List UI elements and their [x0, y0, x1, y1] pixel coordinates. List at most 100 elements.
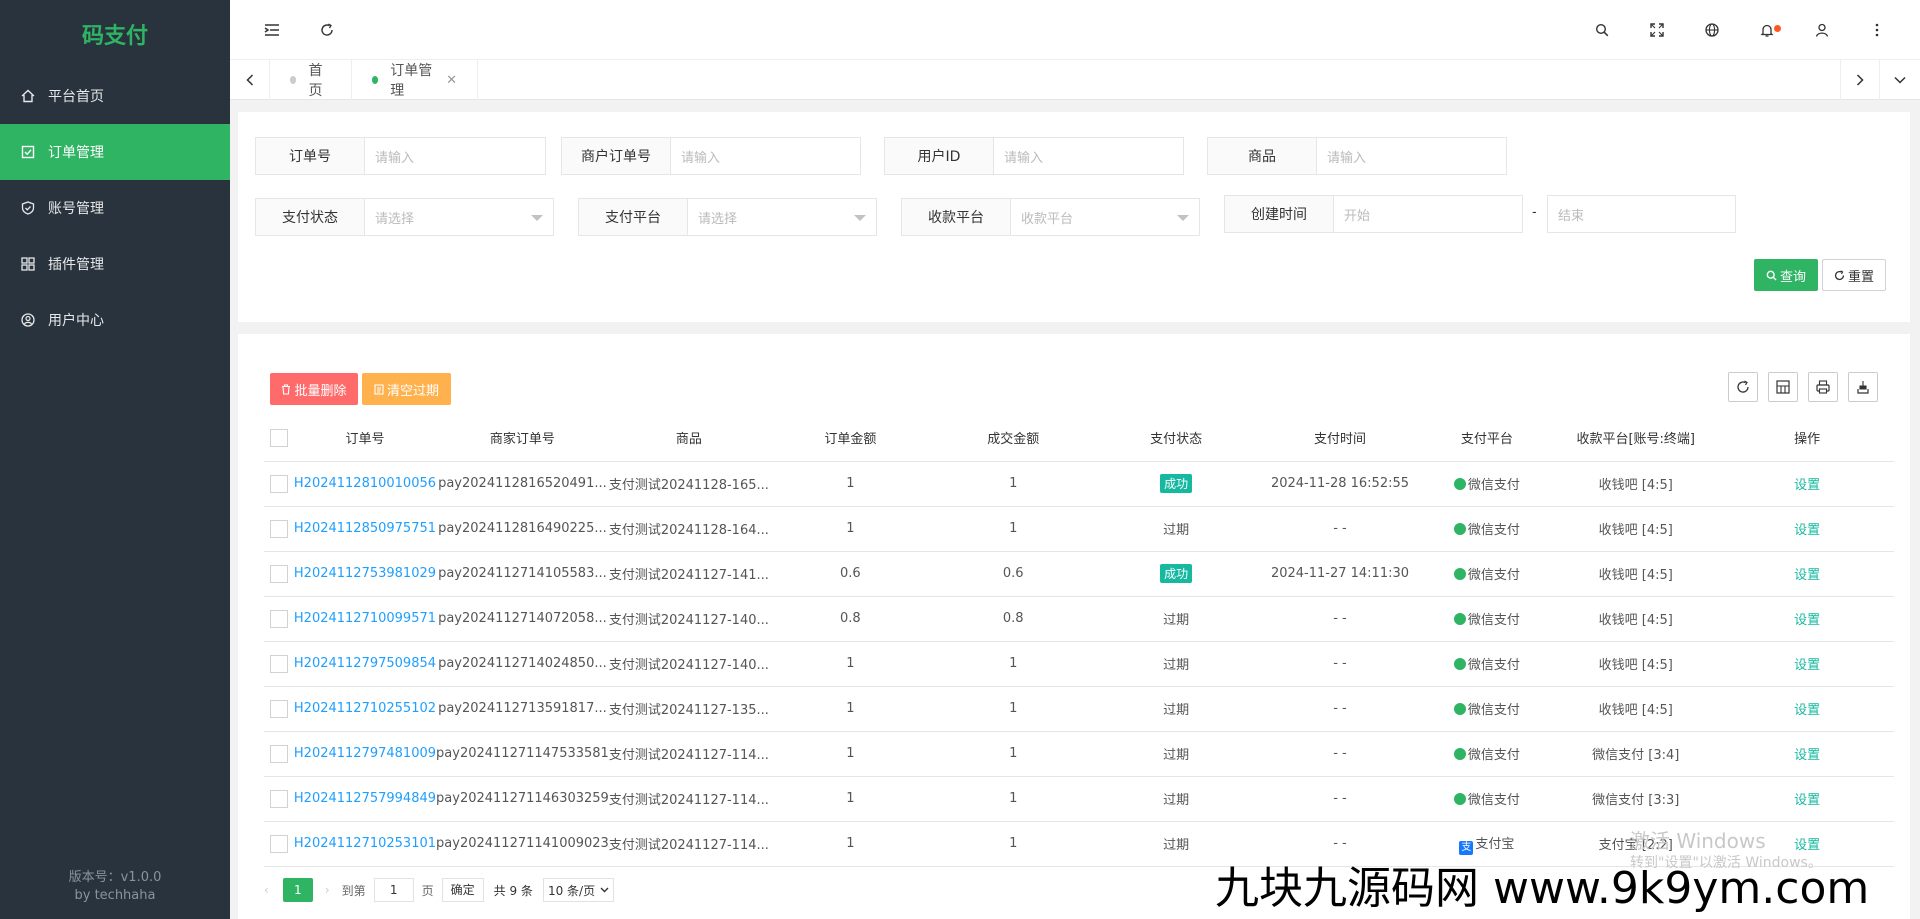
row-checkbox[interactable]	[270, 474, 288, 493]
status-badge: 成功	[1160, 564, 1193, 583]
settings-link[interactable]: 设置	[1794, 793, 1820, 808]
app-logo[interactable]: 码支付	[0, 0, 230, 68]
search-button[interactable]: 查询	[1754, 259, 1818, 291]
clear-expired-button[interactable]: 清空过期	[362, 373, 451, 405]
pay-platform-select[interactable]: 请选择	[688, 198, 877, 236]
table-export-button[interactable]	[1848, 372, 1878, 402]
column-header[interactable]: 支付时间	[1257, 415, 1423, 462]
bell-icon[interactable]	[1757, 20, 1781, 40]
table-row: H2024112810010056 pay2024112816520491... 支…	[264, 461, 1894, 507]
page-size-select[interactable]: 10 条/页	[542, 878, 615, 902]
column-header[interactable]: 商品	[608, 415, 769, 462]
chevron-down-icon	[600, 887, 609, 893]
sidebar-item-plugins[interactable]: 插件管理	[0, 236, 230, 292]
order-no-link[interactable]: H2024112753981029	[294, 566, 436, 581]
column-header[interactable]: 订单金额	[768, 415, 932, 462]
table-row: H2024112797481009 pay202411271147533581 支付…	[264, 731, 1894, 777]
row-checkbox[interactable]	[270, 789, 288, 808]
tab-menu-button[interactable]	[1880, 60, 1920, 100]
row-checkbox[interactable]	[270, 519, 288, 538]
order-no-link[interactable]: H2024112757994849	[294, 791, 436, 806]
order-no-input[interactable]: 请输入	[365, 137, 546, 175]
tab-prev-button[interactable]	[230, 60, 270, 100]
more-vertical-icon[interactable]	[1867, 20, 1887, 40]
settings-link[interactable]: 设置	[1794, 478, 1820, 493]
fullscreen-icon[interactable]	[1647, 20, 1667, 40]
created-time-end-input[interactable]: 结束	[1547, 195, 1736, 233]
settings-link[interactable]: 设置	[1794, 613, 1820, 628]
column-header[interactable]: 操作	[1720, 415, 1894, 462]
order-no-link[interactable]: H2024112810010056	[294, 476, 436, 491]
settings-link[interactable]: 设置	[1794, 748, 1820, 763]
tab-label: 首页	[308, 63, 323, 99]
order-no-link[interactable]: H2024112797509854	[294, 656, 436, 671]
tab-orders[interactable]: 订单管理 ✕	[352, 60, 478, 100]
column-header[interactable]: 支付平台	[1422, 415, 1552, 462]
order-no-link[interactable]: H2024112710255102	[294, 701, 436, 716]
sidebar-item-home[interactable]: 平台首页	[0, 68, 230, 124]
columns-icon	[1776, 380, 1790, 394]
sidebar-item-user-center[interactable]: 用户中心	[0, 292, 230, 348]
menu-fold-icon[interactable]	[262, 20, 282, 40]
pay-status-label: 支付状态	[255, 198, 365, 236]
notification-dot	[1774, 25, 1781, 32]
refresh-icon[interactable]	[317, 20, 337, 40]
select-all-checkbox[interactable]	[270, 428, 288, 447]
search-icon[interactable]	[1592, 20, 1612, 40]
settings-link[interactable]: 设置	[1794, 838, 1820, 853]
merchant-no-input[interactable]: 请输入	[671, 137, 861, 175]
settings-link[interactable]: 设置	[1794, 703, 1820, 718]
status-text: 过期	[1163, 793, 1190, 808]
pay-platform-name: 微信支付	[1467, 658, 1520, 673]
close-icon[interactable]: ✕	[446, 73, 457, 88]
collect-platform-select[interactable]: 收款平台	[1011, 198, 1200, 236]
order-no-link[interactable]: H2024112797481009	[294, 746, 436, 761]
pay-status-select[interactable]: 请选择	[365, 198, 554, 236]
collect-platform: 收钱吧 [4:5]	[1551, 551, 1721, 597]
settings-link[interactable]: 设置	[1794, 523, 1820, 538]
column-header[interactable]: 支付状态	[1094, 415, 1258, 462]
product-label: 商品	[1207, 137, 1317, 175]
table-body: H2024112810010056 pay2024112816520491... 支…	[264, 461, 1894, 867]
table-columns-button[interactable]	[1768, 372, 1798, 402]
page-input[interactable]: 1	[373, 878, 414, 902]
tab-next-button[interactable]	[1840, 60, 1880, 100]
date-range-separator: -	[1532, 205, 1537, 220]
next-page-icon[interactable]: ›	[325, 883, 330, 897]
status-text: 过期	[1163, 658, 1190, 673]
row-checkbox[interactable]	[270, 564, 288, 583]
column-header[interactable]: 收款平台[账号:终端]	[1551, 415, 1721, 462]
column-header[interactable]: 成交金额	[931, 415, 1095, 462]
user-id-input[interactable]: 请输入	[994, 137, 1184, 175]
globe-icon[interactable]	[1702, 20, 1722, 40]
order-no-link[interactable]: H2024112710253101	[294, 836, 436, 851]
merchant-order-no: pay2024112816490225...	[436, 506, 609, 552]
settings-link[interactable]: 设置	[1794, 568, 1820, 583]
column-header[interactable]: 商家订单号	[436, 415, 609, 462]
column-header[interactable]: 订单号	[293, 415, 437, 462]
order-no-link[interactable]: H2024112710099571	[294, 611, 436, 626]
sidebar-item-orders[interactable]: 订单管理	[0, 124, 230, 180]
row-checkbox[interactable]	[270, 609, 288, 628]
order-amount: 0.6	[768, 551, 932, 597]
sidebar-item-label: 用户中心	[48, 313, 104, 329]
goto-confirm-button[interactable]: 确定	[441, 878, 484, 902]
table-refresh-button[interactable]	[1728, 372, 1758, 402]
product-input[interactable]: 请输入	[1317, 137, 1507, 175]
sidebar: 码支付 平台首页 订单管理 账号管理 插件管理 用户中心 版本号：v1.0.0 …	[0, 0, 230, 919]
order-no-link[interactable]: H2024112850975751	[294, 521, 436, 536]
row-checkbox[interactable]	[270, 744, 288, 763]
reset-button[interactable]: 重置	[1822, 259, 1886, 291]
settings-link[interactable]: 设置	[1794, 658, 1820, 673]
sidebar-item-accounts[interactable]: 账号管理	[0, 180, 230, 236]
row-checkbox[interactable]	[270, 654, 288, 673]
row-checkbox[interactable]	[270, 834, 288, 853]
prev-page-icon[interactable]: ‹	[264, 883, 269, 897]
user-icon[interactable]	[1812, 20, 1832, 40]
table-print-button[interactable]	[1808, 372, 1838, 402]
tab-home[interactable]: 首页	[270, 60, 352, 100]
page-current[interactable]: 1	[282, 878, 313, 902]
row-checkbox[interactable]	[270, 699, 288, 718]
batch-delete-button[interactable]: 批量删除	[270, 373, 358, 405]
created-time-start-input[interactable]: 开始	[1334, 195, 1523, 233]
